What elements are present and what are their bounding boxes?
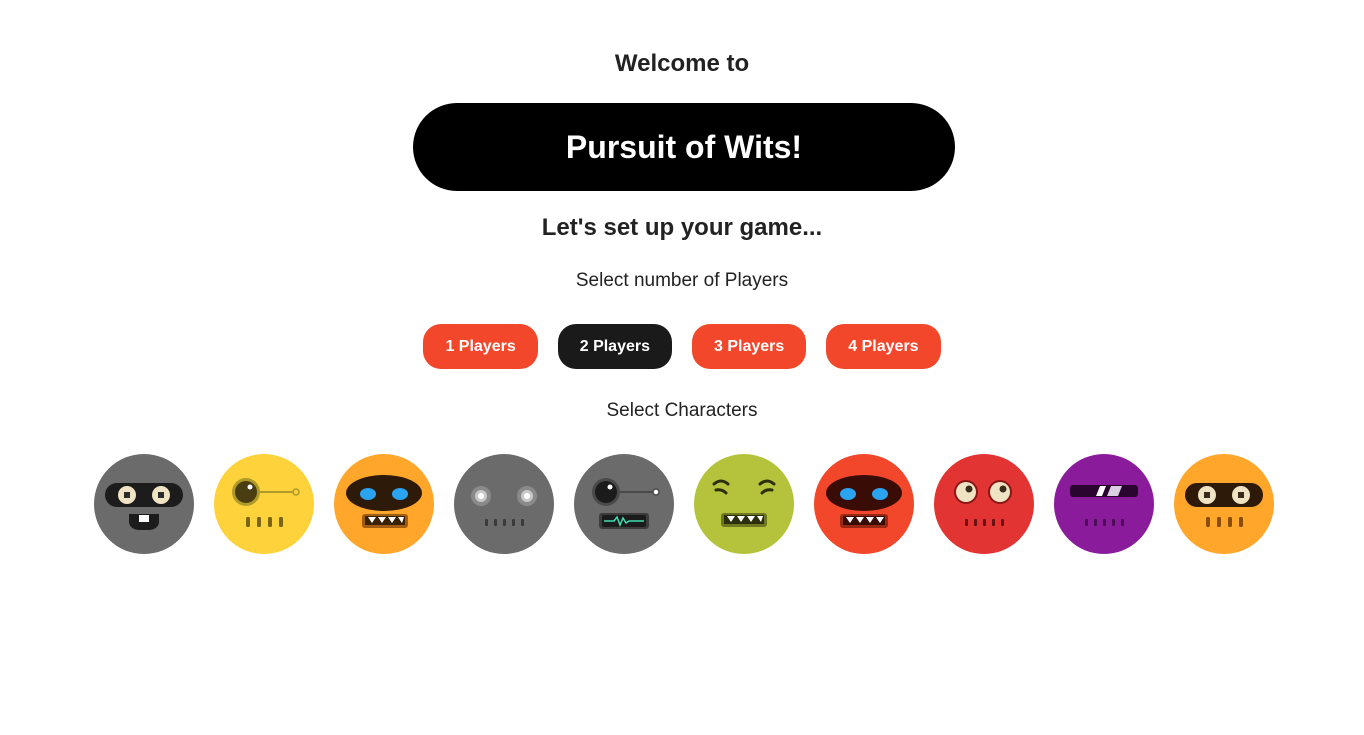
one-player-button[interactable]: 1 Players [423, 324, 538, 369]
character-selector [94, 454, 1274, 554]
setup-heading: Let's set up your game... [541, 214, 823, 241]
character-option-2[interactable] [214, 454, 314, 554]
character-option-9[interactable] [1054, 454, 1154, 554]
slit-visor-robot-face-icon [1054, 454, 1154, 554]
four-players-button[interactable]: 4 Players [826, 324, 941, 369]
visor-robot-face-icon [814, 454, 914, 554]
player-count-selector: 1 Players 2 Players 3 Players 4 Players [0, 324, 1364, 369]
masked-robot-face-icon [1174, 454, 1274, 554]
character-option-6[interactable] [694, 454, 794, 554]
goggle-eyes-robot-face-icon [934, 454, 1034, 554]
character-option-8[interactable] [934, 454, 1034, 554]
three-players-button[interactable]: 3 Players [692, 324, 807, 369]
character-option-5[interactable] [574, 454, 674, 554]
glow-eyes-robot-face-icon [454, 454, 554, 554]
character-option-3[interactable] [334, 454, 434, 554]
heartbeat-robot-face-icon [574, 454, 674, 554]
characters-section-label: Select Characters [606, 400, 758, 421]
game-title-banner: Pursuit of Wits! [413, 103, 955, 191]
masked-robot-face-icon [94, 454, 194, 554]
character-option-7[interactable] [814, 454, 914, 554]
visor-robot-face-icon [334, 454, 434, 554]
two-players-button[interactable]: 2 Players [557, 324, 672, 369]
character-option-10[interactable] [1174, 454, 1274, 554]
character-option-4[interactable] [454, 454, 554, 554]
setup-page: Welcome to Pursuit of Wits! Let's set up… [0, 0, 1364, 735]
squint-robot-face-icon [694, 454, 794, 554]
players-section-label: Select number of Players [575, 270, 789, 291]
welcome-heading: Welcome to [614, 50, 750, 77]
character-option-1[interactable] [94, 454, 194, 554]
monocle-robot-face-icon [214, 454, 314, 554]
